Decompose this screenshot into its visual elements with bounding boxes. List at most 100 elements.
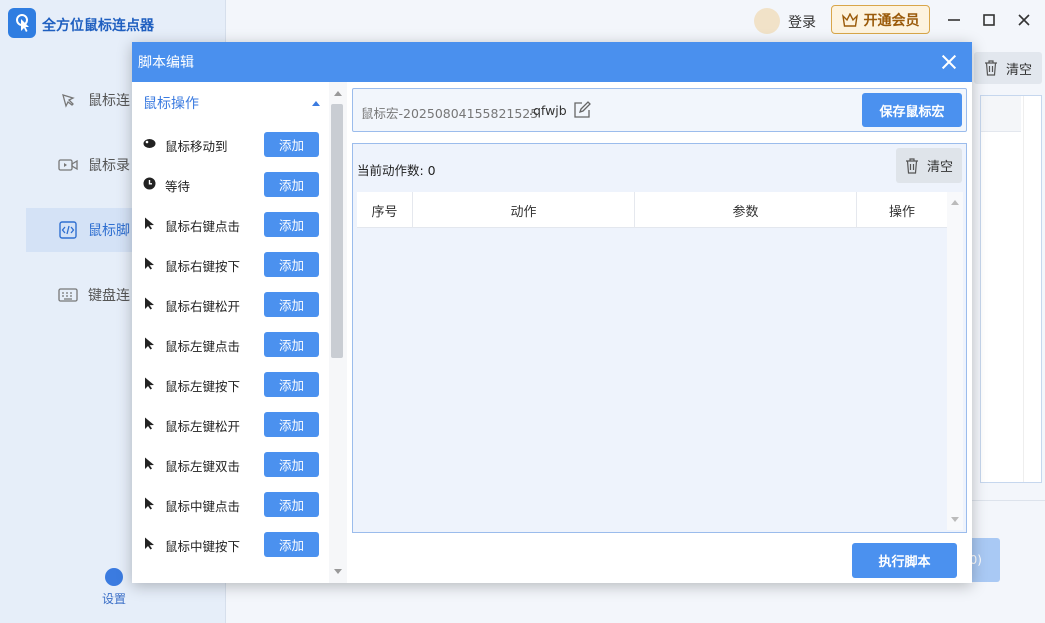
add-action-button[interactable]: 添加 [264,252,319,277]
add-action-button[interactable]: 添加 [264,532,319,557]
cursor-icon [143,337,156,350]
cursor-icon [143,457,156,470]
vip-button[interactable]: 开通会员 [831,5,930,34]
cursor-icon [143,537,156,550]
login-link[interactable]: 登录 [788,12,816,32]
actions-table: 序号 动作 参数 操作 [357,192,967,530]
table-scrollbar[interactable] [947,192,963,530]
scroll-up-icon[interactable] [951,200,959,205]
action-label: 鼠标中键按下 [165,539,241,554]
keyboard-icon [58,285,78,305]
app-logo-icon [8,8,36,38]
clear-label: 清空 [926,160,953,175]
background-scrollbar[interactable] [1023,96,1039,482]
close-icon[interactable] [940,53,958,71]
sidebar-item-label: 鼠标连 [88,93,130,109]
action-label: 鼠标移动到 [165,139,228,154]
sidebar-item-label: 鼠标脚 [88,223,130,239]
clear-actions-button[interactable]: 清空 [896,148,962,183]
add-action-button[interactable]: 添加 [264,292,319,317]
background-table-header [981,96,1021,132]
video-record-icon [58,155,78,175]
add-action-button[interactable]: 添加 [264,332,319,357]
column-action: 动作 [413,192,635,228]
save-macro-button[interactable]: 保存鼠标宏 [862,93,962,127]
dialog-title: 脚本编辑 [138,55,194,71]
background-table-panel [980,95,1042,483]
action-count: 当前动作数: 0 [357,163,436,178]
action-label: 鼠标中键点击 [165,499,241,514]
add-action-button[interactable]: 添加 [264,492,319,517]
cursor-icon [143,497,156,510]
clock-icon [143,177,156,190]
sidebar-item-label: 键盘连 [88,288,130,304]
background-clear-button[interactable]: 清空 [974,52,1042,84]
avatar[interactable] [754,8,780,34]
edit-icon[interactable] [573,101,591,119]
category-label: 鼠标操作 [143,96,199,112]
script-name-bar: 鼠标宏-20250804155821525 .qfwjb 保存鼠标宏 [352,88,967,132]
table-body [357,228,947,530]
code-script-icon [58,220,78,240]
add-action-button[interactable]: 添加 [264,212,319,237]
cursor-icon [143,417,156,430]
script-extension: .qfwjb [529,103,567,118]
action-label: 等待 [165,179,191,194]
script-name: 鼠标宏-20250804155821525 [361,106,539,121]
add-action-button[interactable]: 添加 [264,412,319,437]
cursor-icon [143,377,156,390]
action-label: 鼠标右键松开 [165,299,241,314]
cursor-icon [143,297,156,310]
action-label: 鼠标右键按下 [165,259,241,274]
column-operation: 操作 [888,204,915,220]
gear-icon [105,568,123,586]
action-item: 鼠标移动到 添加 [132,124,328,164]
scroll-up-icon[interactable] [334,91,342,96]
add-action-button[interactable]: 添加 [264,452,319,477]
current-actions-panel: 当前动作数: 0 清空 序号 动作 参数 操作 [352,143,967,533]
app-title: 全方位鼠标连点器 [42,18,154,34]
action-item: 鼠标左键松开 添加 [132,404,328,444]
action-label: 鼠标左键松开 [165,419,241,434]
mouse-move-icon [143,137,156,150]
action-label: 鼠标右键点击 [165,219,241,234]
settings-button[interactable]: 设置 [96,568,132,607]
minimize-button[interactable] [943,9,965,31]
action-item: 等待 添加 [132,164,328,204]
mouse-click-icon [58,90,78,110]
action-item: 鼠标右键松开 添加 [132,284,328,324]
category-header-mouse[interactable]: 鼠标操作 [132,82,328,124]
add-action-button[interactable]: 添加 [264,172,319,197]
action-item: 鼠标右键按下 添加 [132,244,328,284]
action-library-panel: 鼠标操作 鼠标移动到 添加 等待 添加 鼠标右键点击 添加 鼠标右键按下 添加 鼠标右键松开 添加… [132,82,347,583]
add-action-button[interactable]: 添加 [264,132,319,157]
action-label: 鼠标左键按下 [165,379,241,394]
vip-label: 开通会员 [863,12,920,29]
trash-icon [905,157,918,174]
dialog-header: 脚本编辑 [132,42,972,82]
column-params: 参数 [635,192,857,228]
action-label: 鼠标左键双击 [165,459,241,474]
run-script-button[interactable]: 执行脚本 [852,543,957,578]
maximize-button[interactable] [978,9,1000,31]
action-list: 鼠标移动到 添加 等待 添加 鼠标右键点击 添加 鼠标右键按下 添加 鼠标右键松开 添加 鼠标左键点… [132,124,328,578]
scroll-down-icon[interactable] [334,569,342,574]
scroll-thumb[interactable] [331,104,343,358]
scroll-down-icon[interactable] [951,517,959,522]
background-clear-label: 清空 [1005,62,1032,78]
window-close-button[interactable] [1013,9,1035,31]
settings-label: 设置 [101,592,126,606]
add-action-button[interactable]: 添加 [264,372,319,397]
script-editor-dialog: 脚本编辑 鼠标操作 鼠标移动到 添加 等待 添加 鼠标右键点击 添加 鼠标右键按下 添加 鼠标右… [132,42,972,583]
action-item: 鼠标中键点击 添加 [132,484,328,524]
crown-icon [841,12,858,27]
chevron-up-icon [312,100,320,106]
action-item: 鼠标左键双击 添加 [132,444,328,484]
table-header: 序号 动作 参数 操作 [357,192,947,228]
action-item: 鼠标左键按下 添加 [132,364,328,404]
cursor-icon [143,217,156,230]
cursor-icon [143,257,156,270]
action-label: 鼠标左键点击 [165,339,241,354]
action-item: 鼠标左键点击 添加 [132,324,328,364]
action-list-scrollbar[interactable] [329,82,347,583]
